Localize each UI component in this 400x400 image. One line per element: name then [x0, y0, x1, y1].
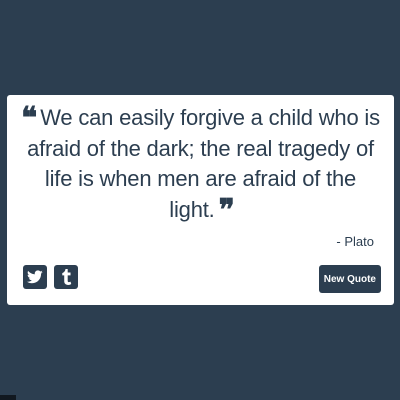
quote-card: ❝ We can easily forgive a child who is af…: [7, 95, 394, 305]
tumblr-button[interactable]: [54, 265, 78, 289]
quote-author: - Plato: [336, 234, 374, 249]
quote-body: We can easily forgive a child who is afr…: [27, 105, 380, 222]
tweet-button[interactable]: [23, 265, 47, 289]
close-quote-icon: ❞: [218, 192, 235, 228]
new-quote-button[interactable]: New Quote: [318, 265, 381, 293]
corner-artifact: [0, 395, 16, 400]
quote-text: ❝ We can easily forgive a child who is af…: [15, 101, 386, 228]
open-quote-icon: ❝: [21, 101, 37, 136]
tumblr-icon: [62, 269, 72, 285]
twitter-icon: [27, 270, 43, 284]
